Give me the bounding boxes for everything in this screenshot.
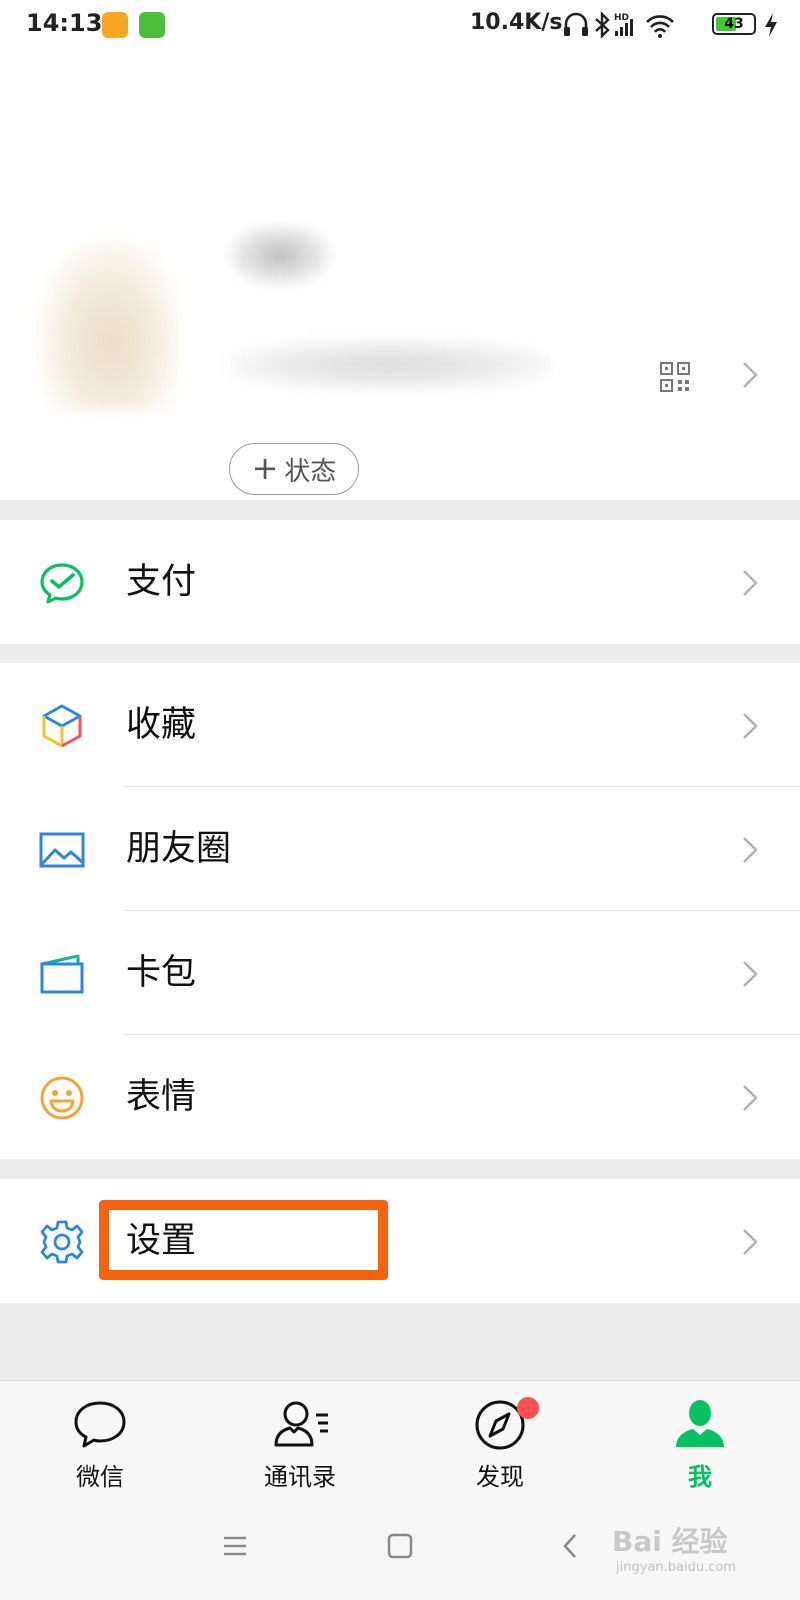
tab-discover[interactable]: 发现 xyxy=(400,1381,600,1505)
menu-label-pay: 支付 xyxy=(126,562,197,602)
wechat-id-blurred xyxy=(230,340,550,390)
battery-icon: 43 xyxy=(712,13,756,35)
card-wallet-icon xyxy=(40,954,84,994)
chevron-right-icon xyxy=(743,1085,758,1111)
status-bar: 14:13 10.4K/s HD 43 xyxy=(0,0,800,50)
profile-header[interactable]: + 状态 xyxy=(0,50,800,500)
menu-label-stickers: 表情 xyxy=(126,1077,197,1117)
contacts-icon xyxy=(274,1401,328,1447)
watermark-logo: Bai 经验 jingyan.baidu.com xyxy=(612,1520,752,1590)
chevron-right-icon xyxy=(743,1229,758,1255)
chevron-right-icon xyxy=(743,837,758,863)
menu-label-moments: 朋友圈 xyxy=(126,829,232,869)
watermark-subtext: jingyan.baidu.com xyxy=(616,1560,736,1575)
chevron-right-icon[interactable] xyxy=(740,360,760,390)
tab-label-chats: 微信 xyxy=(76,1463,124,1491)
person-icon xyxy=(676,1400,724,1447)
bluetooth-icon xyxy=(595,11,610,39)
menu-group-pay: 支付 xyxy=(0,520,800,644)
network-speed: 10.4K/s xyxy=(470,10,563,35)
menu-item-favorites[interactable]: 收藏 xyxy=(0,663,800,787)
system-nav-bar: Bai 经验 jingyan.baidu.com xyxy=(0,1504,800,1600)
hd-signal-icon: HD xyxy=(614,13,633,36)
status-icons: HD xyxy=(564,11,674,39)
chat-bubble-icon xyxy=(74,1401,126,1448)
menu-item-stickers[interactable]: 表情 xyxy=(0,1035,800,1159)
wifi-icon xyxy=(646,15,674,38)
home-square-icon[interactable] xyxy=(387,1532,413,1560)
tab-me[interactable]: 我 xyxy=(600,1381,800,1505)
favorites-cube-icon xyxy=(42,704,82,748)
battery-level: 43 xyxy=(724,16,744,32)
notification-app-icon-2 xyxy=(139,12,165,38)
tab-label-discover: 发现 xyxy=(476,1463,524,1491)
headphones-icon xyxy=(564,12,588,36)
menu-lines-icon[interactable] xyxy=(222,1532,248,1560)
status-button-label: 状态 xyxy=(284,456,337,487)
chevron-right-icon xyxy=(743,961,758,987)
chevron-right-icon xyxy=(743,570,758,596)
status-time: 14:13 xyxy=(26,9,103,37)
charging-icon xyxy=(765,13,777,37)
tab-label-contacts: 通讯录 xyxy=(264,1463,336,1491)
menu-item-cards[interactable]: 卡包 xyxy=(0,911,800,1035)
moments-picture-icon xyxy=(39,832,85,868)
tab-chats[interactable]: 微信 xyxy=(0,1381,200,1505)
menu-item-pay[interactable]: 支付 xyxy=(0,520,800,644)
smiley-icon xyxy=(40,1076,84,1120)
pay-icon xyxy=(40,563,84,604)
menu-group-main: 收藏 朋友圈 卡包 表情 xyxy=(0,663,800,1159)
svg-text:HD: HD xyxy=(614,13,629,23)
tab-label-me: 我 xyxy=(688,1463,712,1491)
qr-code-icon[interactable] xyxy=(660,362,690,392)
settings-highlight-annotation xyxy=(99,1200,388,1280)
bottom-tab-bar: 微信 通讯录 发现 我 xyxy=(0,1380,800,1505)
menu-item-moments[interactable]: 朋友圈 xyxy=(0,787,800,911)
gear-icon xyxy=(40,1220,84,1264)
watermark-text: Bai 经验 xyxy=(612,1525,728,1558)
notification-app-icon xyxy=(102,12,128,38)
add-status-button[interactable]: + 状态 xyxy=(229,443,359,495)
new-content-badge xyxy=(517,1397,539,1419)
back-chevron-icon[interactable] xyxy=(560,1532,580,1560)
chevron-right-icon xyxy=(743,713,758,739)
avatar[interactable] xyxy=(40,240,180,410)
plus-icon: + xyxy=(251,448,279,487)
menu-label-cards: 卡包 xyxy=(126,953,197,993)
tab-contacts[interactable]: 通讯录 xyxy=(200,1381,400,1505)
menu-label-favorites: 收藏 xyxy=(126,705,197,745)
profile-name-blurred xyxy=(230,225,330,285)
